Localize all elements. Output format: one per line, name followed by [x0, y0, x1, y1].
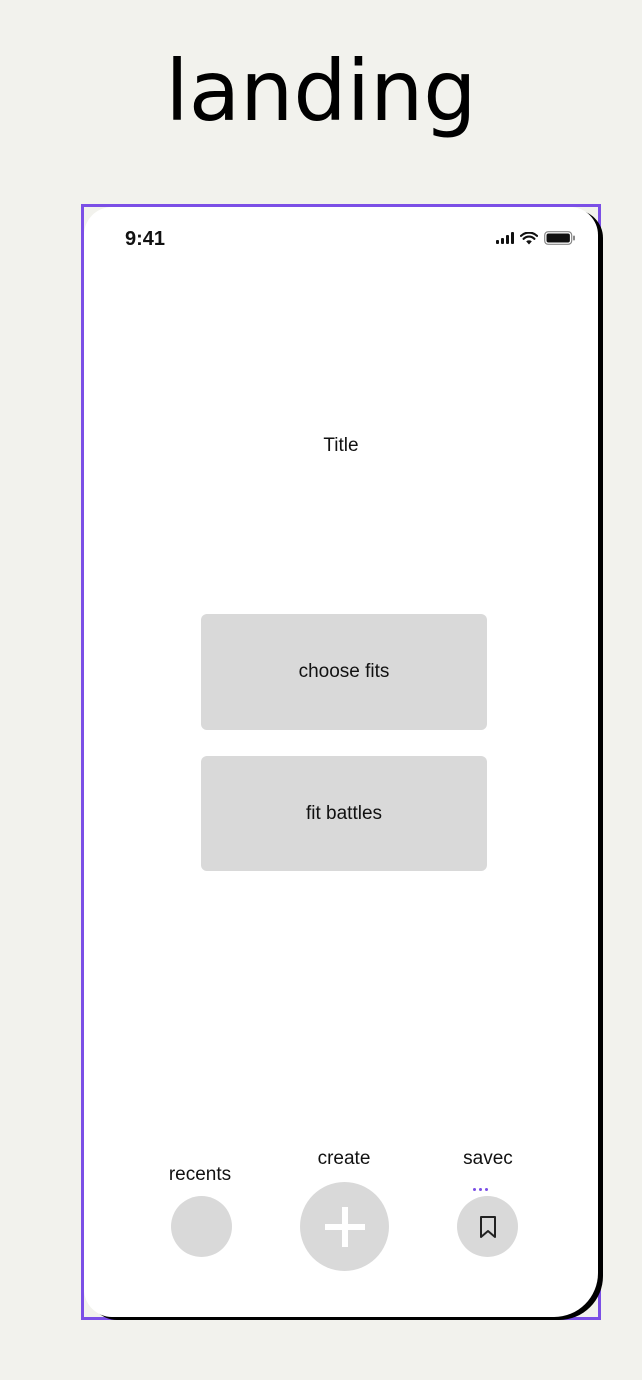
- nav-label-create: create: [317, 1148, 371, 1169]
- overflow-dots: [473, 1188, 488, 1191]
- fit-battles-label: fit battles: [305, 802, 383, 824]
- nav-label-saved: savec: [463, 1148, 513, 1169]
- recents-button[interactable]: [171, 1196, 232, 1257]
- battery-icon: [544, 231, 576, 245]
- status-bar: 9:41: [84, 207, 598, 267]
- status-icons: [496, 231, 576, 245]
- cellular-signal-icon: [496, 232, 514, 244]
- screen-title: Title: [323, 435, 359, 456]
- nav-label-recents: recents: [168, 1164, 232, 1185]
- create-button[interactable]: [300, 1182, 389, 1271]
- choose-fits-button[interactable]: choose fits: [201, 614, 487, 730]
- choose-fits-label: choose fits: [298, 661, 390, 682]
- fit-battles-button[interactable]: fit battles: [201, 756, 487, 871]
- status-time: 9:41: [125, 228, 166, 250]
- page-heading: landing: [165, 42, 477, 140]
- phone-screen: 9:41 Title choose fits fit battles recen…: [84, 207, 598, 1317]
- bookmark-icon: [479, 1215, 496, 1238]
- saved-button[interactable]: [457, 1196, 518, 1257]
- plus-icon: [324, 1206, 365, 1247]
- wifi-icon: [520, 231, 538, 245]
- device-frame: 9:41 Title choose fits fit battles recen…: [81, 204, 601, 1320]
